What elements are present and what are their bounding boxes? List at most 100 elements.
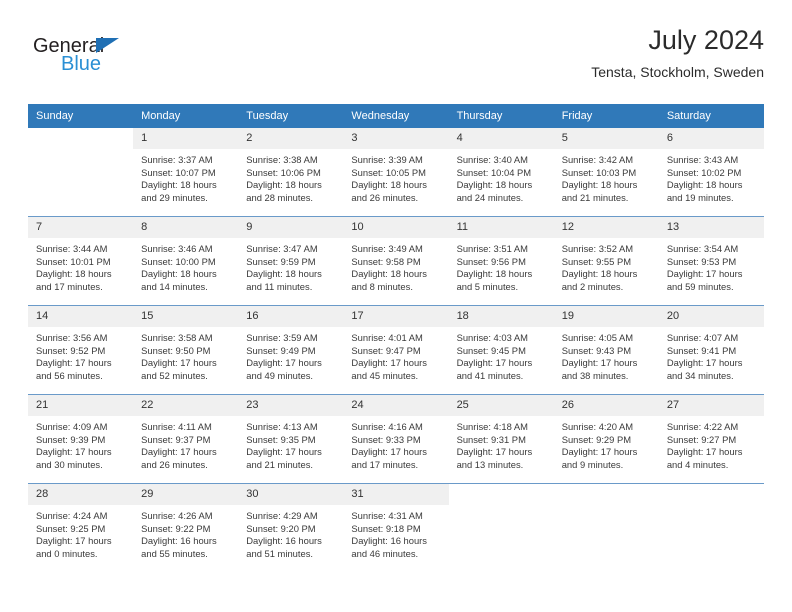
- day-cell-content: 22 Sunrise: 4:11 AM Sunset: 9:37 PM Dayligh…: [133, 395, 239, 483]
- calendar-day-cell[interactable]: 17 Sunrise: 4:01 AM Sunset: 9:47 PM Dayligh…: [343, 305, 449, 395]
- calendar-day-cell[interactable]: 1 Sunrise: 3:37 AM Sunset: 10:07 PM Dayligh…: [133, 128, 239, 217]
- calendar-body: 1 Sunrise: 3:37 AM Sunset: 10:07 PM Dayligh…: [28, 128, 764, 572]
- calendar-day-cell[interactable]: 15 Sunrise: 3:58 AM Sunset: 9:50 PM Dayligh…: [133, 305, 239, 395]
- day-cell-content: 19 Sunrise: 4:05 AM Sunset: 9:43 PM Dayligh…: [553, 306, 659, 394]
- sunset-text: Sunset: 9:29 PM: [561, 433, 632, 445]
- day-number: 28: [28, 484, 134, 505]
- calendar-day-cell[interactable]: 28 Sunrise: 4:24 AM Sunset: 9:25 PM Dayligh…: [28, 483, 134, 572]
- sunrise-text: Sunrise: 3:49 AM: [351, 243, 423, 254]
- general-blue-logo: General Blue: [33, 36, 233, 82]
- calendar-day-cell[interactable]: 23 Sunrise: 4:13 AM Sunset: 9:35 PM Dayligh…: [238, 394, 344, 484]
- daylight-text-line1: Daylight: 18 hours: [351, 179, 427, 191]
- daylight-text-line2: and 4 minutes.: [666, 458, 729, 470]
- calendar-day-cell[interactable]: 25 Sunrise: 4:18 AM Sunset: 9:31 PM Dayligh…: [448, 394, 554, 484]
- calendar-day-cell[interactable]: 8 Sunrise: 3:46 AM Sunset: 10:00 PM Dayligh…: [133, 216, 239, 306]
- daylight-text-line2: and 13 minutes.: [456, 458, 524, 470]
- daylight-text-line2: and 26 minutes.: [141, 458, 208, 470]
- calendar-day-cell[interactable]: 3 Sunrise: 3:39 AM Sunset: 10:05 PM Dayligh…: [343, 128, 449, 217]
- daylight-text-line1: Daylight: 16 hours: [351, 535, 427, 547]
- calendar-day-cell[interactable]: 29 Sunrise: 4:26 AM Sunset: 9:22 PM Dayligh…: [133, 483, 239, 572]
- sunset-text: Sunset: 9:22 PM: [141, 522, 211, 534]
- day-sun-info: Sunrise: 3:49 AM Sunset: 9:58 PM Daylight:…: [343, 238, 448, 293]
- calendar-day-cell[interactable]: 16 Sunrise: 3:59 AM Sunset: 9:49 PM Dayligh…: [238, 305, 344, 395]
- day-sun-info: Sunrise: 3:47 AM Sunset: 9:59 PM Daylight:…: [238, 238, 343, 293]
- calendar-table: Sunday Monday Tuesday Wednesday Thursday…: [28, 104, 764, 572]
- daylight-text-line1: Daylight: 18 hours: [36, 268, 112, 280]
- daylight-text-line2: and 45 minutes.: [351, 369, 419, 381]
- calendar-day-cell[interactable]: 4 Sunrise: 3:40 AM Sunset: 10:04 PM Dayligh…: [448, 128, 554, 217]
- calendar-day-cell[interactable]: 19 Sunrise: 4:05 AM Sunset: 9:43 PM Dayligh…: [553, 305, 659, 395]
- calendar-day-cell[interactable]: 27 Sunrise: 4:22 AM Sunset: 9:27 PM Dayligh…: [658, 394, 764, 484]
- daylight-text-line2: and 59 minutes.: [666, 280, 734, 292]
- day-number: 22: [133, 395, 239, 416]
- weekday-header-saturday: Saturday: [658, 104, 764, 128]
- calendar-day-cell[interactable]: 13 Sunrise: 3:54 AM Sunset: 9:53 PM Dayligh…: [658, 216, 764, 306]
- sunrise-text: Sunrise: 4:26 AM: [141, 510, 213, 521]
- day-number: 2: [238, 128, 344, 149]
- calendar-day-cell[interactable]: 6 Sunrise: 3:43 AM Sunset: 10:02 PM Dayligh…: [658, 128, 764, 217]
- day-number: 21: [28, 395, 134, 416]
- day-cell-content: 30 Sunrise: 4:29 AM Sunset: 9:20 PM Dayligh…: [238, 484, 344, 572]
- day-sun-info: Sunrise: 4:11 AM Sunset: 9:37 PM Daylight:…: [133, 416, 238, 471]
- calendar-day-cell[interactable]: 18 Sunrise: 4:03 AM Sunset: 9:45 PM Dayligh…: [448, 305, 554, 395]
- sunset-text: Sunset: 9:58 PM: [351, 255, 421, 267]
- day-sun-info: Sunrise: 4:05 AM Sunset: 9:43 PM Daylight:…: [554, 327, 659, 382]
- sunset-text: Sunset: 9:31 PM: [456, 433, 526, 445]
- calendar-day-cell[interactable]: 9 Sunrise: 3:47 AM Sunset: 9:59 PM Daylight…: [238, 216, 344, 306]
- day-number: 12: [553, 217, 659, 238]
- sunset-text: Sunset: 9:41 PM: [666, 344, 737, 356]
- calendar-day-cell[interactable]: 5 Sunrise: 3:42 AM Sunset: 10:03 PM Dayligh…: [553, 128, 659, 217]
- calendar-day-cell[interactable]: 21 Sunrise: 4:09 AM Sunset: 9:39 PM Dayligh…: [28, 394, 134, 484]
- day-number: 5: [553, 128, 659, 149]
- day-sun-info: Sunrise: 3:38 AM Sunset: 10:06 PM Daylight…: [238, 149, 343, 204]
- day-cell-content: 3 Sunrise: 3:39 AM Sunset: 10:05 PM Dayligh…: [343, 128, 449, 216]
- day-cell-content: 24 Sunrise: 4:16 AM Sunset: 9:33 PM Dayligh…: [343, 395, 449, 483]
- calendar-day-cell[interactable]: 20 Sunrise: 4:07 AM Sunset: 9:41 PM Dayligh…: [658, 305, 764, 395]
- calendar-day-cell[interactable]: 11 Sunrise: 3:51 AM Sunset: 9:56 PM Dayligh…: [448, 216, 554, 306]
- day-sun-info: Sunrise: 3:59 AM Sunset: 9:49 PM Daylight:…: [238, 327, 343, 382]
- weekday-header-wednesday: Wednesday: [343, 104, 449, 128]
- day-number: 24: [343, 395, 449, 416]
- sunrise-text: Sunrise: 4:24 AM: [36, 510, 108, 521]
- day-number: [658, 484, 764, 505]
- sunset-text: Sunset: 9:50 PM: [141, 344, 211, 356]
- logo-triangle-icon: [96, 38, 119, 53]
- sunrise-text: Sunrise: 3:37 AM: [141, 154, 213, 165]
- sunrise-text: Sunrise: 4:16 AM: [351, 421, 423, 432]
- day-number: [448, 484, 554, 505]
- calendar-day-cell[interactable]: 2 Sunrise: 3:38 AM Sunset: 10:06 PM Dayligh…: [238, 128, 344, 217]
- daylight-text-line1: Daylight: 17 hours: [141, 357, 217, 369]
- day-number: 8: [133, 217, 239, 238]
- day-cell-content: 29 Sunrise: 4:26 AM Sunset: 9:22 PM Dayligh…: [133, 484, 239, 572]
- calendar-day-cell[interactable]: 22 Sunrise: 4:11 AM Sunset: 9:37 PM Dayligh…: [133, 394, 239, 484]
- day-number: 30: [238, 484, 344, 505]
- sunset-text: Sunset: 9:18 PM: [351, 522, 421, 534]
- daylight-text-line1: Daylight: 17 hours: [351, 357, 427, 369]
- weekday-header-monday: Monday: [133, 104, 239, 128]
- calendar-week-row: 1 Sunrise: 3:37 AM Sunset: 10:07 PM Dayligh…: [28, 128, 764, 217]
- day-sun-info: Sunrise: 3:40 AM Sunset: 10:04 PM Daylight…: [449, 149, 554, 204]
- calendar-day-cell[interactable]: 30 Sunrise: 4:29 AM Sunset: 9:20 PM Dayligh…: [238, 483, 344, 572]
- calendar-day-cell[interactable]: 31 Sunrise: 4:31 AM Sunset: 9:18 PM Dayligh…: [343, 483, 449, 572]
- daylight-text-line1: Daylight: 18 hours: [666, 179, 743, 191]
- day-cell-content: [28, 128, 134, 216]
- weekday-header-thursday: Thursday: [448, 104, 554, 128]
- day-number: 18: [448, 306, 554, 327]
- calendar-day-cell[interactable]: 10 Sunrise: 3:49 AM Sunset: 9:58 PM Dayligh…: [343, 216, 449, 306]
- day-sun-info: Sunrise: 3:51 AM Sunset: 9:56 PM Daylight:…: [449, 238, 554, 293]
- day-cell-content: 13 Sunrise: 3:54 AM Sunset: 9:53 PM Dayligh…: [658, 217, 764, 305]
- sunrise-text: Sunrise: 3:38 AM: [246, 154, 318, 165]
- calendar-day-cell[interactable]: 14 Sunrise: 3:56 AM Sunset: 9:52 PM Dayligh…: [28, 305, 134, 395]
- calendar-day-cell[interactable]: 7 Sunrise: 3:44 AM Sunset: 10:01 PM Dayligh…: [28, 216, 134, 306]
- calendar-day-cell[interactable]: 26 Sunrise: 4:20 AM Sunset: 9:29 PM Dayligh…: [553, 394, 659, 484]
- daylight-text-line1: Daylight: 16 hours: [141, 535, 217, 547]
- calendar-day-cell[interactable]: 12 Sunrise: 3:52 AM Sunset: 9:55 PM Dayligh…: [553, 216, 659, 306]
- calendar-day-cell[interactable]: 24 Sunrise: 4:16 AM Sunset: 9:33 PM Dayligh…: [343, 394, 449, 484]
- day-number: 17: [343, 306, 449, 327]
- sunset-text: Sunset: 9:55 PM: [561, 255, 632, 267]
- daylight-text-line1: Daylight: 17 hours: [561, 357, 638, 369]
- day-cell-content: 7 Sunrise: 3:44 AM Sunset: 10:01 PM Dayligh…: [28, 217, 134, 305]
- sunset-text: Sunset: 9:43 PM: [561, 344, 632, 356]
- daylight-text-line2: and 49 minutes.: [246, 369, 313, 381]
- daylight-text-line2: and 21 minutes.: [561, 191, 629, 203]
